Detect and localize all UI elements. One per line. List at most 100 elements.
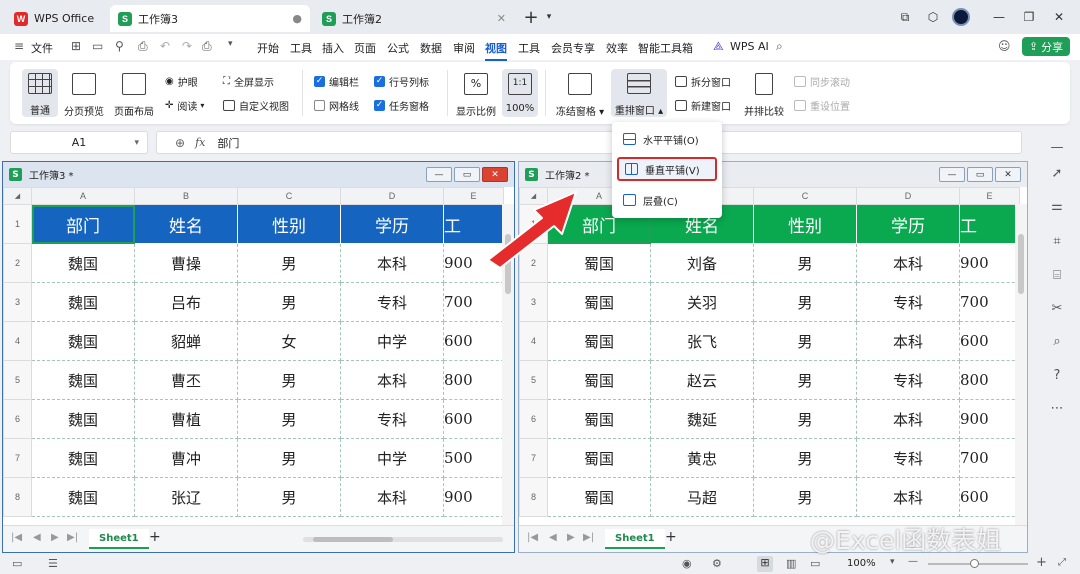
close-icon[interactable]: ✕ xyxy=(482,167,508,182)
cell[interactable]: 魏国 xyxy=(31,438,135,478)
share-button[interactable]: ⇪ 分享 xyxy=(1022,37,1070,56)
workbook2-window[interactable]: S 工作簿2 * — ▭ ✕ ◢ABCDE1部门姓名性别学历工2蜀国刘备男本科9… xyxy=(518,161,1028,553)
menu-smart-toolbox[interactable]: 智能工具箱 xyxy=(638,40,693,56)
cell[interactable]: 黄忠 xyxy=(650,438,754,478)
cell[interactable]: 600 xyxy=(443,399,504,439)
column-header-e[interactable]: E xyxy=(959,187,1020,205)
custom-view-button[interactable]: 自定义视图 xyxy=(223,98,289,113)
close-icon[interactable]: ✕ xyxy=(995,167,1021,182)
cell[interactable]: 魏国 xyxy=(31,360,135,400)
avatar[interactable] xyxy=(952,8,970,26)
cell[interactable]: 本科 xyxy=(340,360,444,400)
cell[interactable]: 魏国 xyxy=(31,399,135,439)
cell[interactable]: 魏国 xyxy=(31,477,135,517)
cell[interactable]: 男 xyxy=(237,243,341,283)
cell[interactable]: 男 xyxy=(753,438,857,478)
cell[interactable]: 吕布 xyxy=(134,282,238,322)
cell[interactable]: 女 xyxy=(237,321,341,361)
sheet-tab[interactable]: Sheet1 xyxy=(89,529,149,549)
cell[interactable]: 男 xyxy=(237,360,341,400)
cell[interactable]: 关羽 xyxy=(650,282,754,322)
cell[interactable]: 男 xyxy=(237,438,341,478)
gridlines-checkbox[interactable]: 网格线 xyxy=(314,98,359,113)
menu-data[interactable]: 数据 xyxy=(420,40,442,56)
cell[interactable]: 本科 xyxy=(856,243,960,283)
header-cell[interactable]: 学历 xyxy=(856,204,960,244)
row-header[interactable]: 4 xyxy=(519,321,548,361)
tile-vertical-option[interactable]: 垂直平铺(V) xyxy=(617,157,717,181)
row-header[interactable]: 6 xyxy=(519,399,548,439)
cursor-icon[interactable]: ➚ xyxy=(1049,165,1065,181)
restore-icon[interactable]: ⧉ xyxy=(896,8,914,26)
cell[interactable]: 曹操 xyxy=(134,243,238,283)
sliders-icon[interactable]: ⚌ xyxy=(1049,198,1065,214)
menu-member[interactable]: 会员专享 xyxy=(551,40,595,56)
close-window-icon[interactable]: ✕ xyxy=(1050,8,1068,26)
workbook3-window[interactable]: S 工作簿3 * — ▭ ✕ ◢ A B C D E 1 部门 姓名 性别 学历工 2 魏国 曹操男本科 9… xyxy=(2,161,515,553)
last-sheet-icon[interactable]: ▶| xyxy=(583,532,594,543)
scroll-thumb[interactable] xyxy=(313,537,393,542)
normal-view-button[interactable]: 普通 xyxy=(22,69,58,117)
book-search-icon[interactable]: ⌕ xyxy=(1049,333,1065,349)
minimize-icon[interactable]: — xyxy=(939,167,965,182)
normal-view-icon[interactable]: ⊞ xyxy=(757,556,773,572)
tile-horizontal-option[interactable]: 水平平铺(O) xyxy=(617,127,717,151)
menu-efficiency[interactable]: 效率 xyxy=(606,40,628,56)
column-header-a[interactable]: A xyxy=(31,187,135,205)
vertical-scrollbar[interactable] xyxy=(1015,204,1027,525)
task-pane-checkbox[interactable]: ✓ 任务窗格 xyxy=(374,98,429,113)
layout-icon[interactable]: ⊞ xyxy=(71,39,81,53)
prev-sheet-icon[interactable]: ◀ xyxy=(33,532,41,543)
cell[interactable]: 800 xyxy=(959,360,1020,400)
cell[interactable]: 900 xyxy=(959,243,1020,283)
edit-bar-checkbox[interactable]: ✓ 编辑栏 xyxy=(314,74,359,89)
header-cell[interactable]: 姓名 xyxy=(134,204,238,244)
zoom-100-button[interactable]: 1:1 100% xyxy=(502,69,538,117)
cell[interactable]: 蜀国 xyxy=(547,360,651,400)
split-window-button[interactable]: 拆分窗口 xyxy=(675,74,731,89)
page-layout-button[interactable]: 页面布局 xyxy=(112,73,156,118)
plus-icon[interactable]: + xyxy=(522,7,540,28)
header-cell[interactable]: 学历 xyxy=(340,204,444,244)
cell[interactable]: 本科 xyxy=(856,399,960,439)
row-header[interactable]: 3 xyxy=(519,282,548,322)
cell[interactable]: 男 xyxy=(237,477,341,517)
cell[interactable]: 魏国 xyxy=(31,243,135,283)
cell[interactable]: 男 xyxy=(237,282,341,322)
page-break-preview-button[interactable]: 分页预览 xyxy=(62,73,106,118)
header-cell[interactable]: 部门 xyxy=(31,204,135,244)
zoom-out-icon[interactable]: — xyxy=(908,556,918,567)
cell[interactable]: 男 xyxy=(753,399,857,439)
arrange-windows-button[interactable]: 重排窗口 ▴ xyxy=(611,69,667,117)
cell[interactable]: 男 xyxy=(753,477,857,517)
row-header[interactable]: 3 xyxy=(3,282,32,322)
close-icon[interactable]: ✕ xyxy=(497,12,506,25)
new-window-button[interactable]: 新建窗口 xyxy=(675,98,731,113)
workbook3-titlebar[interactable]: S 工作簿3 * — ▭ ✕ xyxy=(3,162,514,187)
cell[interactable]: 男 xyxy=(237,399,341,439)
help-icon[interactable]: ? xyxy=(1049,367,1065,383)
tools-icon[interactable]: ✂ xyxy=(1049,300,1065,316)
row-header[interactable]: 7 xyxy=(3,438,32,478)
menu-tools[interactable]: 工具 xyxy=(290,40,312,56)
cell[interactable]: 中学 xyxy=(340,438,444,478)
restore-icon[interactable]: ▭ xyxy=(967,167,993,182)
workbook2-titlebar[interactable]: S 工作簿2 * — ▭ ✕ xyxy=(519,162,1027,187)
page-break-icon[interactable]: ▥ xyxy=(786,557,796,570)
cell[interactable]: 专科 xyxy=(856,360,960,400)
prev-sheet-icon[interactable]: ◀ xyxy=(549,532,557,543)
chat-icon[interactable]: ☺ xyxy=(998,39,1011,53)
spreadsheet-grid[interactable]: ◢ABCDE1部门姓名性别学历工2蜀国刘备男本科9003蜀国关羽男专科7004蜀… xyxy=(519,187,1020,517)
scroll-thumb[interactable] xyxy=(1018,234,1024,294)
row-header[interactable]: 8 xyxy=(519,477,548,517)
row-header[interactable]: 5 xyxy=(3,360,32,400)
zoom-search-icon[interactable]: ⊕ xyxy=(175,136,185,150)
tab-dot-icon[interactable]: ● xyxy=(292,12,302,25)
cell[interactable]: 魏延 xyxy=(650,399,754,439)
cell[interactable]: 700 xyxy=(443,282,504,322)
row-header[interactable]: 5 xyxy=(519,360,548,400)
cell[interactable]: 男 xyxy=(753,243,857,283)
column-header-d[interactable]: D xyxy=(856,187,960,205)
restore-icon[interactable]: ▭ xyxy=(454,167,480,182)
column-header-b[interactable]: B xyxy=(134,187,238,205)
